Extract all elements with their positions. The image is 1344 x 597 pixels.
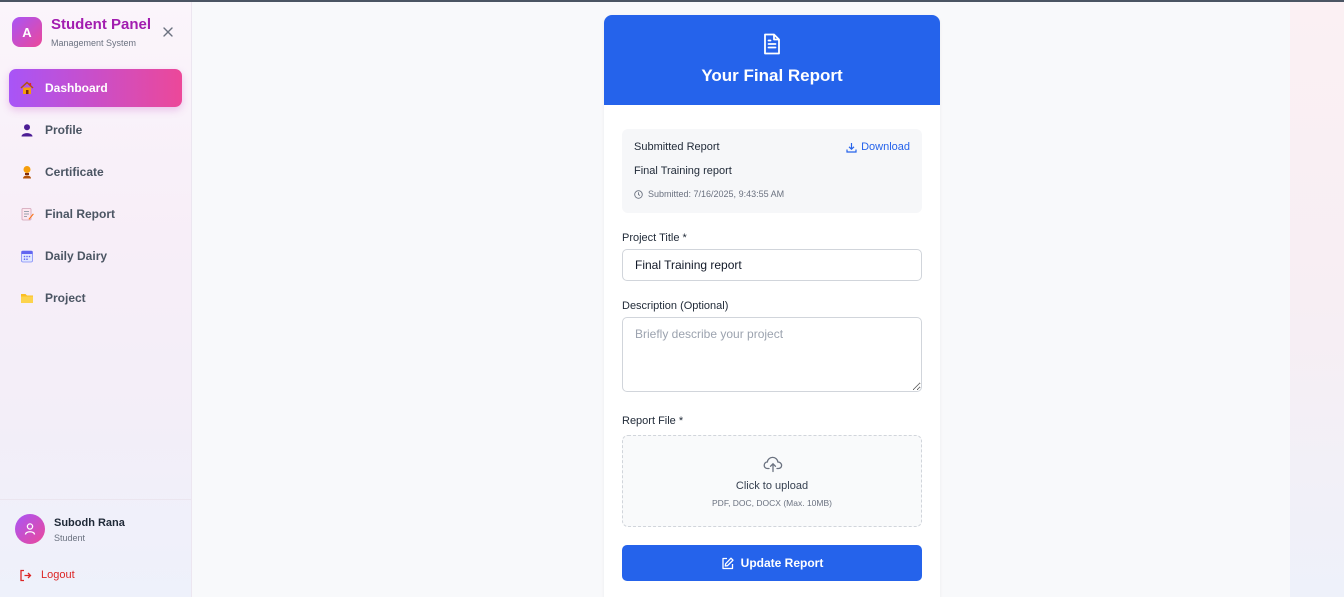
download-icon — [846, 142, 857, 153]
download-label: Download — [861, 141, 910, 153]
upload-hint: PDF, DOC, DOCX (Max. 10MB) — [712, 498, 832, 508]
project-title-label: Project Title * — [622, 232, 687, 244]
project-title-input[interactable] — [622, 249, 922, 281]
logout-label: Logout — [41, 569, 75, 581]
sidebar-item-label: Dashboard — [45, 81, 108, 95]
avatar — [15, 514, 45, 544]
cloud-upload-icon — [763, 456, 783, 473]
sidebar-item-label: Certificate — [45, 165, 104, 179]
file-upload-dropzone[interactable]: Click to upload PDF, DOC, DOCX (Max. 10M… — [622, 435, 922, 527]
description-label: Description (Optional) — [622, 300, 729, 312]
window-top-border — [0, 0, 1344, 2]
brand: A Student Panel Management System — [12, 16, 182, 52]
sidebar-item-profile[interactable]: Profile — [9, 111, 182, 149]
close-icon — [163, 27, 173, 37]
report-file-label: Report File * — [622, 415, 684, 427]
sidebar-item-label: Profile — [45, 123, 83, 137]
final-report-card: Your Final Report Submitted Report Downl… — [604, 15, 940, 597]
user-name: Subodh Rana — [54, 517, 125, 529]
house-icon — [20, 81, 34, 95]
close-sidebar-button[interactable] — [160, 24, 176, 40]
calendar-icon — [20, 249, 34, 263]
background-tint — [1290, 2, 1344, 597]
submitted-report-label: Submitted Report — [634, 141, 720, 153]
submitted-report-panel: Submitted Report Download Final Training… — [622, 129, 922, 213]
sidebar-item-label: Daily Dairy — [45, 249, 108, 263]
submitted-timestamp-text: Submitted: 7/16/2025, 9:43:55 AM — [648, 189, 785, 199]
update-report-label: Update Report — [740, 556, 824, 570]
sidebar-item-certificate[interactable]: Certificate — [9, 153, 182, 191]
user-role: Student — [54, 533, 86, 543]
person-icon — [20, 123, 34, 137]
update-report-button[interactable]: Update Report — [622, 545, 922, 581]
memo-icon — [20, 207, 34, 221]
page-title: Your Final Report — [701, 66, 843, 85]
logout-icon — [20, 569, 32, 581]
sidebar-item-label: Project — [45, 291, 86, 305]
card-header: Your Final Report — [604, 15, 940, 105]
folder-icon — [20, 291, 34, 305]
sidebar: A Student Panel Management System Dashbo… — [0, 2, 192, 597]
brand-title: Student Panel — [51, 16, 152, 33]
document-icon — [764, 33, 780, 55]
description-textarea[interactable] — [622, 317, 922, 392]
sidebar-item-daily-dairy[interactable]: Daily Dairy — [9, 237, 182, 275]
sidebar-divider — [0, 499, 191, 500]
sidebar-item-dashboard[interactable]: Dashboard — [9, 69, 182, 107]
upload-prompt: Click to upload — [735, 480, 809, 492]
submitted-report-name: Final Training report — [634, 165, 732, 177]
brand-subtitle: Management System — [51, 38, 137, 48]
sidebar-item-final-report[interactable]: Final Report — [9, 195, 182, 233]
edit-icon — [722, 557, 734, 569]
sidebar-item-label: Final Report — [45, 207, 116, 221]
logout-button[interactable]: Logout — [19, 567, 75, 583]
user-icon — [24, 523, 36, 535]
submitted-timestamp: Submitted: 7/16/2025, 9:43:55 AM — [634, 189, 784, 199]
download-button[interactable]: Download — [846, 141, 910, 153]
clock-icon — [634, 189, 643, 199]
sidebar-item-project[interactable]: Project — [9, 279, 182, 317]
brand-logo: A — [12, 17, 42, 47]
medal-icon — [20, 165, 34, 179]
